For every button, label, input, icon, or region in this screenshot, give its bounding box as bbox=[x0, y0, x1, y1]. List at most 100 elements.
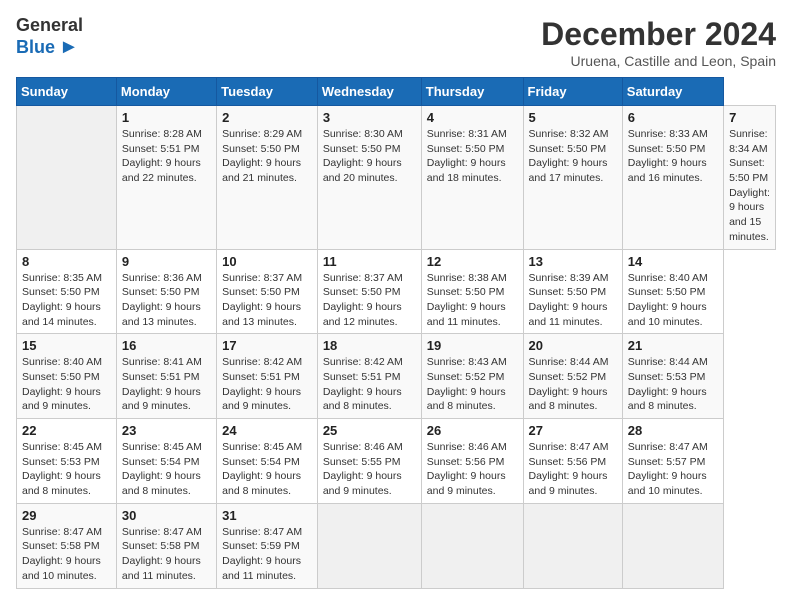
day-number: 12 bbox=[427, 254, 518, 269]
empty-cell bbox=[17, 106, 117, 250]
day-info: Sunrise: 8:43 AM Sunset: 5:52 PM Dayligh… bbox=[427, 355, 518, 414]
day-number: 8 bbox=[22, 254, 111, 269]
title-block: December 2024 Uruena, Castille and Leon,… bbox=[541, 16, 776, 69]
logo: GeneralBlue► bbox=[16, 16, 83, 59]
day-number: 28 bbox=[628, 423, 718, 438]
day-number: 5 bbox=[529, 110, 617, 125]
day-cell: 19 Sunrise: 8:43 AM Sunset: 5:52 PM Dayli… bbox=[421, 334, 523, 419]
day-info: Sunrise: 8:32 AM Sunset: 5:50 PM Dayligh… bbox=[529, 127, 617, 186]
day-info: Sunrise: 8:39 AM Sunset: 5:50 PM Dayligh… bbox=[529, 271, 617, 330]
day-cell: 7 Sunrise: 8:34 AM Sunset: 5:50 PM Daylig… bbox=[724, 106, 776, 250]
day-number: 20 bbox=[529, 338, 617, 353]
day-cell: 10 Sunrise: 8:37 AM Sunset: 5:50 PM Dayli… bbox=[217, 249, 318, 334]
day-cell: 23 Sunrise: 8:45 AM Sunset: 5:54 PM Dayli… bbox=[116, 419, 216, 504]
day-info: Sunrise: 8:42 AM Sunset: 5:51 PM Dayligh… bbox=[323, 355, 416, 414]
day-cell: 18 Sunrise: 8:42 AM Sunset: 5:51 PM Dayli… bbox=[317, 334, 421, 419]
day-cell bbox=[317, 503, 421, 588]
day-number: 21 bbox=[628, 338, 718, 353]
day-number: 1 bbox=[122, 110, 211, 125]
day-info: Sunrise: 8:37 AM Sunset: 5:50 PM Dayligh… bbox=[323, 271, 416, 330]
day-number: 6 bbox=[628, 110, 718, 125]
day-cell: 30 Sunrise: 8:47 AM Sunset: 5:58 PM Dayli… bbox=[116, 503, 216, 588]
day-info: Sunrise: 8:29 AM Sunset: 5:50 PM Dayligh… bbox=[222, 127, 312, 186]
day-number: 23 bbox=[122, 423, 211, 438]
day-cell bbox=[622, 503, 723, 588]
day-info: Sunrise: 8:35 AM Sunset: 5:50 PM Dayligh… bbox=[22, 271, 111, 330]
day-info: Sunrise: 8:37 AM Sunset: 5:50 PM Dayligh… bbox=[222, 271, 312, 330]
month-title: December 2024 bbox=[541, 16, 776, 53]
day-info: Sunrise: 8:40 AM Sunset: 5:50 PM Dayligh… bbox=[22, 355, 111, 414]
day-info: Sunrise: 8:44 AM Sunset: 5:52 PM Dayligh… bbox=[529, 355, 617, 414]
day-number: 10 bbox=[222, 254, 312, 269]
day-number: 4 bbox=[427, 110, 518, 125]
day-cell: 5 Sunrise: 8:32 AM Sunset: 5:50 PM Daylig… bbox=[523, 106, 622, 250]
day-cell: 28 Sunrise: 8:47 AM Sunset: 5:57 PM Dayli… bbox=[622, 419, 723, 504]
week-row-0: 1 Sunrise: 8:28 AM Sunset: 5:51 PM Daylig… bbox=[17, 106, 776, 250]
location-subtitle: Uruena, Castille and Leon, Spain bbox=[541, 53, 776, 69]
calendar-header: SundayMondayTuesdayWednesdayThursdayFrid… bbox=[17, 78, 776, 106]
day-number: 11 bbox=[323, 254, 416, 269]
day-number: 24 bbox=[222, 423, 312, 438]
day-number: 22 bbox=[22, 423, 111, 438]
day-number: 29 bbox=[22, 508, 111, 523]
header-cell-sunday: Sunday bbox=[17, 78, 117, 106]
week-row-4: 29 Sunrise: 8:47 AM Sunset: 5:58 PM Dayli… bbox=[17, 503, 776, 588]
calendar-body: 1 Sunrise: 8:28 AM Sunset: 5:51 PM Daylig… bbox=[17, 106, 776, 589]
day-cell bbox=[421, 503, 523, 588]
header-cell-thursday: Thursday bbox=[421, 78, 523, 106]
day-cell: 11 Sunrise: 8:37 AM Sunset: 5:50 PM Dayli… bbox=[317, 249, 421, 334]
header-cell-wednesday: Wednesday bbox=[317, 78, 421, 106]
day-info: Sunrise: 8:42 AM Sunset: 5:51 PM Dayligh… bbox=[222, 355, 312, 414]
day-number: 14 bbox=[628, 254, 718, 269]
day-number: 27 bbox=[529, 423, 617, 438]
day-number: 17 bbox=[222, 338, 312, 353]
day-info: Sunrise: 8:38 AM Sunset: 5:50 PM Dayligh… bbox=[427, 271, 518, 330]
day-info: Sunrise: 8:44 AM Sunset: 5:53 PM Dayligh… bbox=[628, 355, 718, 414]
day-cell: 12 Sunrise: 8:38 AM Sunset: 5:50 PM Dayli… bbox=[421, 249, 523, 334]
day-info: Sunrise: 8:47 AM Sunset: 5:57 PM Dayligh… bbox=[628, 440, 718, 499]
day-info: Sunrise: 8:41 AM Sunset: 5:51 PM Dayligh… bbox=[122, 355, 211, 414]
day-cell: 3Sunrise: 8:30 AM Sunset: 5:50 PM Daylig… bbox=[317, 106, 421, 250]
header-cell-friday: Friday bbox=[523, 78, 622, 106]
day-cell: 8 Sunrise: 8:35 AM Sunset: 5:50 PM Daylig… bbox=[17, 249, 117, 334]
day-number: 2 bbox=[222, 110, 312, 125]
day-cell: 31Sunrise: 8:47 AM Sunset: 5:59 PM Dayli… bbox=[217, 503, 318, 588]
day-info: Sunrise: 8:28 AM Sunset: 5:51 PM Dayligh… bbox=[122, 127, 211, 186]
day-info: Sunrise: 8:40 AM Sunset: 5:50 PM Dayligh… bbox=[628, 271, 718, 330]
day-info: Sunrise: 8:33 AM Sunset: 5:50 PM Dayligh… bbox=[628, 127, 718, 186]
day-info: Sunrise: 8:47 AM Sunset: 5:58 PM Dayligh… bbox=[22, 525, 111, 584]
day-cell: 6 Sunrise: 8:33 AM Sunset: 5:50 PM Daylig… bbox=[622, 106, 723, 250]
day-number: 16 bbox=[122, 338, 211, 353]
day-number: 30 bbox=[122, 508, 211, 523]
calendar-table: SundayMondayTuesdayWednesdayThursdayFrid… bbox=[16, 77, 776, 589]
day-number: 31 bbox=[222, 508, 312, 523]
day-info: Sunrise: 8:36 AM Sunset: 5:50 PM Dayligh… bbox=[122, 271, 211, 330]
week-row-2: 15 Sunrise: 8:40 AM Sunset: 5:50 PM Dayli… bbox=[17, 334, 776, 419]
day-cell: 27 Sunrise: 8:47 AM Sunset: 5:56 PM Dayli… bbox=[523, 419, 622, 504]
day-cell: 1 Sunrise: 8:28 AM Sunset: 5:51 PM Daylig… bbox=[116, 106, 216, 250]
day-info: Sunrise: 8:30 AM Sunset: 5:50 PM Dayligh… bbox=[323, 127, 416, 186]
day-number: 15 bbox=[22, 338, 111, 353]
day-cell: 26Sunrise: 8:46 AM Sunset: 5:56 PM Dayli… bbox=[421, 419, 523, 504]
header-cell-tuesday: Tuesday bbox=[217, 78, 318, 106]
day-cell: 29 Sunrise: 8:47 AM Sunset: 5:58 PM Dayli… bbox=[17, 503, 117, 588]
day-cell: 4 Sunrise: 8:31 AM Sunset: 5:50 PM Daylig… bbox=[421, 106, 523, 250]
day-number: 26 bbox=[427, 423, 518, 438]
day-info: Sunrise: 8:34 AM Sunset: 5:50 PM Dayligh… bbox=[729, 127, 770, 245]
day-number: 13 bbox=[529, 254, 617, 269]
day-info: Sunrise: 8:45 AM Sunset: 5:54 PM Dayligh… bbox=[222, 440, 312, 499]
day-number: 7 bbox=[729, 110, 770, 125]
day-info: Sunrise: 8:31 AM Sunset: 5:50 PM Dayligh… bbox=[427, 127, 518, 186]
day-info: Sunrise: 8:47 AM Sunset: 5:56 PM Dayligh… bbox=[529, 440, 617, 499]
header-row: SundayMondayTuesdayWednesdayThursdayFrid… bbox=[17, 78, 776, 106]
day-cell: 20 Sunrise: 8:44 AM Sunset: 5:52 PM Dayli… bbox=[523, 334, 622, 419]
day-number: 19 bbox=[427, 338, 518, 353]
day-number: 18 bbox=[323, 338, 416, 353]
day-cell: 24 Sunrise: 8:45 AM Sunset: 5:54 PM Dayli… bbox=[217, 419, 318, 504]
day-cell: 22Sunrise: 8:45 AM Sunset: 5:53 PM Dayli… bbox=[17, 419, 117, 504]
day-info: Sunrise: 8:47 AM Sunset: 5:58 PM Dayligh… bbox=[122, 525, 211, 584]
day-info: Sunrise: 8:45 AM Sunset: 5:54 PM Dayligh… bbox=[122, 440, 211, 499]
header-cell-saturday: Saturday bbox=[622, 78, 723, 106]
header-cell-monday: Monday bbox=[116, 78, 216, 106]
day-cell: 16 Sunrise: 8:41 AM Sunset: 5:51 PM Dayli… bbox=[116, 334, 216, 419]
